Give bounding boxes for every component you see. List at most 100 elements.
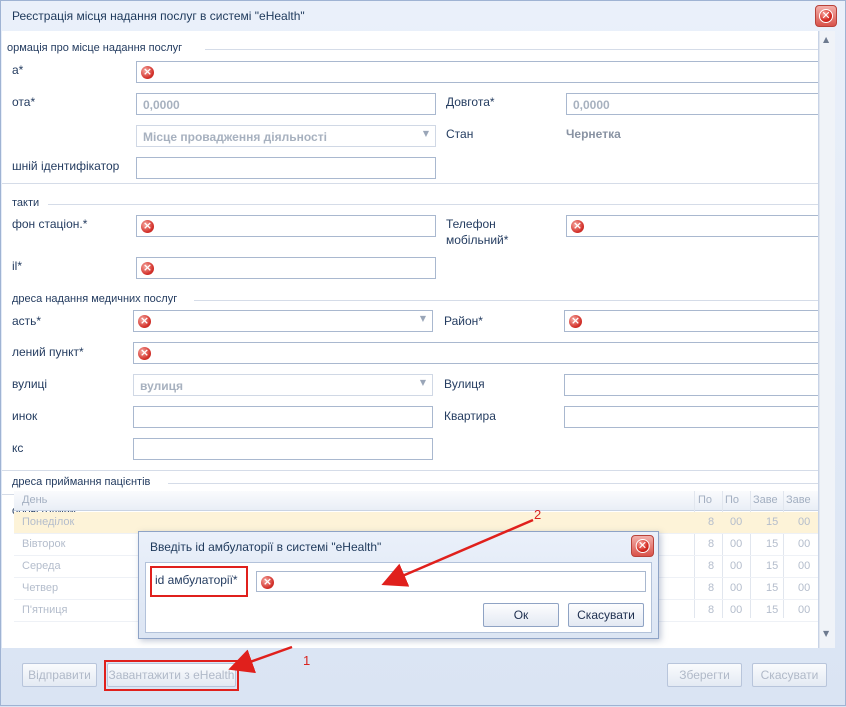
dialog-ok-button[interactable]: Ок — [483, 603, 559, 627]
highlight-id-label — [150, 566, 248, 597]
registration-window: Реєстрація місця надання послуг в систем… — [0, 0, 846, 706]
annotation-number-1: 1 — [303, 653, 311, 668]
latitude-label: ота* — [12, 95, 36, 109]
dialog-close-button[interactable]: ✕ — [631, 535, 654, 557]
error-icon — [138, 313, 151, 329]
dialog-cancel-button[interactable]: Скасувати — [568, 603, 644, 627]
cancel-button[interactable]: Скасувати — [752, 663, 827, 687]
building-input[interactable] — [133, 406, 433, 428]
section-divider — [205, 49, 818, 50]
row-c2: 00 — [730, 604, 743, 616]
row-c3: 15 — [766, 538, 779, 550]
dialog-body: id амбулаторії* Ок Скасувати — [145, 562, 652, 633]
window-close-button[interactable]: ✕ — [815, 5, 837, 27]
section-place-info: ормація про місце надання послуг — [7, 42, 183, 54]
street-input[interactable] — [564, 374, 818, 396]
grid-header-col2[interactable]: По — [725, 494, 749, 506]
phone-label: фон стаціон.* — [12, 217, 88, 231]
district-input[interactable] — [564, 310, 818, 332]
row-c3: 15 — [766, 560, 779, 572]
row-c2: 00 — [730, 538, 743, 550]
close-icon: ✕ — [821, 9, 831, 22]
street-type-select[interactable]: вулиця ▼ — [133, 374, 433, 396]
row-c1: 8 — [708, 604, 715, 616]
grid-header: День По По Заве Заве — [14, 491, 818, 511]
row-c1: 8 — [708, 516, 715, 528]
error-icon — [569, 313, 582, 329]
grid-header-col1[interactable]: По — [698, 494, 722, 506]
section-contacts: такти — [12, 197, 40, 209]
settlement-input[interactable] — [133, 342, 818, 364]
row-day: Середа — [22, 560, 61, 572]
save-button[interactable]: Зберегти — [667, 663, 742, 687]
row-c3: 15 — [766, 516, 779, 528]
zip-label: кс — [12, 441, 24, 455]
highlight-load-button — [104, 660, 239, 691]
error-icon — [141, 260, 154, 276]
close-icon: ✕ — [637, 539, 648, 552]
name-label: а* — [12, 63, 24, 77]
row-day: Понеділок — [22, 516, 75, 528]
longitude-input[interactable]: 0,0000 — [566, 93, 818, 115]
row-c4: 00 — [798, 516, 811, 528]
annotation-number-2: 2 — [534, 507, 542, 522]
grid-header-col3[interactable]: Заве — [753, 494, 781, 506]
region-label: асть* — [12, 314, 42, 328]
window-title: Реєстрація місця надання послуг в систем… — [12, 9, 305, 23]
vertical-scrollbar[interactable]: ▲ ▼ — [819, 31, 835, 648]
error-icon — [141, 218, 154, 234]
email-label: il* — [12, 259, 23, 273]
latitude-input[interactable]: 0,0000 — [136, 93, 436, 115]
row-c4: 00 — [798, 582, 811, 594]
scroll-up-icon[interactable]: ▲ — [823, 35, 829, 44]
row-day: П'ятниця — [22, 604, 68, 616]
phone-input[interactable] — [136, 215, 436, 237]
row-c4: 00 — [798, 560, 811, 572]
row-day: Четвер — [22, 582, 59, 594]
external-id-input[interactable] — [136, 157, 436, 179]
apartment-input[interactable] — [564, 406, 818, 428]
type-select[interactable]: Місце провадження діяльності ▼ — [136, 125, 436, 147]
send-button[interactable]: Відправити — [22, 663, 97, 687]
section-divider — [194, 300, 818, 301]
ambulatory-id-input[interactable] — [256, 571, 646, 592]
section-reception-address: дреса приймання пацієнтів — [12, 476, 151, 488]
chevron-down-icon: ▼ — [422, 129, 429, 138]
zip-input[interactable] — [133, 438, 433, 460]
row-c1: 8 — [708, 560, 715, 572]
mobile-label-line2: мобільний* — [446, 233, 509, 247]
section-divider — [48, 204, 818, 205]
chevron-down-icon: ▼ — [419, 378, 426, 387]
section-divider — [2, 183, 818, 184]
dialog-title: Введіть id амбулаторії в системі "eHealt… — [150, 540, 382, 554]
mobile-input[interactable] — [566, 215, 818, 237]
name-input[interactable] — [136, 61, 818, 83]
ehealth-id-dialog: Введіть id амбулаторії в системі "eHealt… — [138, 531, 659, 639]
region-select[interactable]: ▼ — [133, 310, 433, 332]
building-label: инок — [12, 409, 38, 423]
status-label: Стан — [446, 127, 474, 141]
row-c3: 15 — [766, 604, 779, 616]
grid-header-day[interactable]: День — [22, 494, 47, 506]
row-day: Вівторок — [22, 538, 66, 550]
error-icon — [141, 64, 154, 80]
row-c3: 15 — [766, 582, 779, 594]
settlement-label: лений пункт* — [12, 345, 84, 359]
email-input[interactable] — [136, 257, 436, 279]
row-c2: 00 — [730, 582, 743, 594]
grid-header-col4[interactable]: Заве — [786, 494, 816, 506]
type-value: Місце провадження діяльності — [143, 130, 327, 144]
error-icon — [571, 218, 584, 234]
section-divider — [168, 483, 818, 484]
row-c4: 00 — [798, 538, 811, 550]
window-titlebar: Реєстрація місця надання послуг в систем… — [1, 1, 845, 31]
apartment-label: Квартира — [444, 409, 496, 423]
annotation-arrow-1 — [228, 645, 293, 674]
longitude-label: Довгота* — [446, 95, 495, 109]
longitude-value: 0,0000 — [573, 98, 610, 112]
row-c2: 00 — [730, 516, 743, 528]
row-c2: 00 — [730, 560, 743, 572]
error-icon — [261, 574, 274, 590]
status-value: Чернетка — [566, 127, 621, 141]
scroll-down-icon[interactable]: ▼ — [823, 629, 829, 638]
